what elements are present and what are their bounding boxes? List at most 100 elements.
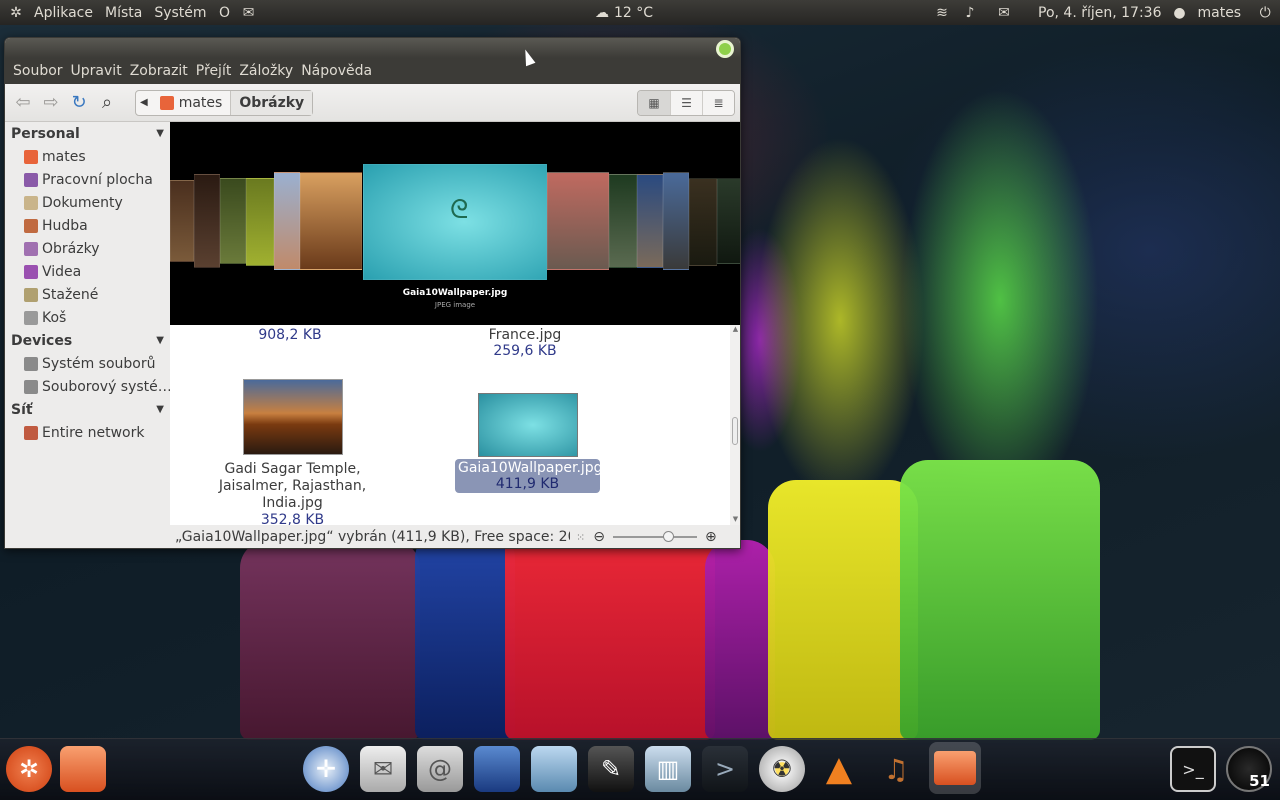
file-item-selected[interactable]: Gaia10Wallpaper.jpg 411,9 KB xyxy=(455,393,603,493)
breadcrumb-current[interactable]: Obrázky xyxy=(230,90,313,115)
cover-left-2[interactable] xyxy=(194,174,220,268)
image-viewer-icon[interactable] xyxy=(531,746,577,792)
address-book-icon[interactable] xyxy=(474,746,520,792)
safari-compass-icon[interactable]: ✛ xyxy=(303,746,349,792)
sidebar-section-header[interactable]: Devices ▼ xyxy=(5,329,170,352)
zoom-out-icon[interactable]: ⊖ xyxy=(593,529,605,545)
menu-zobrazit[interactable]: Zobrazit xyxy=(126,63,192,79)
sidebar-item[interactable]: Souborový systé… xyxy=(5,375,170,398)
search-icon[interactable]: ⌕ xyxy=(93,89,121,117)
list-view-icon[interactable]: ☰ xyxy=(670,90,702,115)
messaging-icon[interactable]: ✉ xyxy=(996,5,1012,21)
wallpaper-jar-blue xyxy=(415,530,515,740)
collapse-arrow-icon[interactable]: ▼ xyxy=(156,335,164,346)
sidebar-item[interactable]: Dokumenty xyxy=(5,191,170,214)
breadcrumb-left-arrow-icon[interactable]: ◀ xyxy=(136,91,152,115)
sidebar-section-title: Devices xyxy=(11,332,73,349)
vertical-scrollbar[interactable]: ▲ ▼ xyxy=(730,325,740,525)
zoom-in-icon[interactable]: ⊕ xyxy=(705,529,717,545)
window-status-icon[interactable] xyxy=(716,40,734,58)
collapse-arrow-icon[interactable]: ▼ xyxy=(156,404,164,415)
menu-napoveda[interactable]: Nápověda xyxy=(297,63,376,79)
collapse-arrow-icon[interactable]: ▼ xyxy=(156,128,164,139)
power-icon[interactable]: ⏻ xyxy=(1257,5,1273,21)
file-item[interactable]: France.jpg 259,6 KB xyxy=(445,327,605,359)
cover-left-5[interactable] xyxy=(274,172,300,270)
coverflow-view[interactable]: ᘓ Gaia10Wallpaper.jpg JPEG image xyxy=(170,122,740,325)
scrollbar-thumb[interactable] xyxy=(732,417,738,445)
ubuntu-menu-icon[interactable]: ✲ xyxy=(6,746,52,792)
cover-left-4[interactable] xyxy=(246,178,274,266)
cover-left-6[interactable] xyxy=(300,172,362,270)
file-item[interactable]: 908,2 KB xyxy=(210,327,370,343)
sidebar-item[interactable]: Hudba xyxy=(5,214,170,237)
sidebar-item[interactable]: Obrázky xyxy=(5,237,170,260)
scroll-down-icon[interactable]: ▼ xyxy=(730,515,740,523)
menu-zalozky[interactable]: Záložky xyxy=(235,63,297,79)
sidebar-item[interactable]: Videa xyxy=(5,260,170,283)
sidebar-item[interactable]: Stažené xyxy=(5,283,170,306)
user-status-icon[interactable]: ● xyxy=(1171,5,1187,21)
menu-mista[interactable]: Místa xyxy=(99,5,148,21)
sidebar-section-header[interactable]: Personal ▼ xyxy=(5,122,170,145)
vlc-icon[interactable]: ▲ xyxy=(816,746,862,792)
disc-burner-icon[interactable]: ☢ xyxy=(759,746,805,792)
text-editor-icon[interactable]: ✎ xyxy=(588,746,634,792)
cover-right-5[interactable] xyxy=(689,178,717,266)
home-icon xyxy=(24,149,38,164)
system-monitor-gauge-icon[interactable]: 51 xyxy=(1226,746,1272,792)
cover-left-3[interactable] xyxy=(220,178,246,264)
sidebar-item[interactable]: Systém souborů xyxy=(5,352,170,375)
zoom-fit-icon[interactable]: ⁙ xyxy=(576,531,585,544)
guitar-app-icon[interactable]: ♫ xyxy=(873,746,919,792)
mail-icon[interactable]: ✉ xyxy=(241,5,257,21)
window-titlebar[interactable] xyxy=(5,38,740,58)
opera-icon[interactable]: O xyxy=(217,5,233,21)
sidebar-item[interactable]: Pracovní plocha xyxy=(5,168,170,191)
menu-soubor[interactable]: Soubor xyxy=(9,63,67,79)
terminal-app-icon[interactable]: > xyxy=(702,746,748,792)
cover-right-4[interactable] xyxy=(663,172,689,270)
file-size: 908,2 KB xyxy=(258,327,322,343)
compact-view-icon[interactable]: ≣ xyxy=(702,90,734,115)
sidebar-item[interactable]: Entire network xyxy=(5,421,170,444)
forward-icon[interactable]: ⇨ xyxy=(37,89,65,117)
sidebar-item[interactable]: mates xyxy=(5,145,170,168)
cover-right-1[interactable] xyxy=(547,172,609,270)
reload-icon[interactable]: ↻ xyxy=(65,89,93,117)
menu-prejit[interactable]: Přejít xyxy=(192,63,236,79)
sidebar-item[interactable]: Koš xyxy=(5,306,170,329)
volume-icon[interactable]: ♪ xyxy=(962,5,978,21)
menu-system[interactable]: Systém xyxy=(148,5,212,21)
breadcrumb-home[interactable]: mates xyxy=(152,91,231,115)
file-manager-active-icon[interactable] xyxy=(929,742,981,794)
username[interactable]: mates xyxy=(1191,5,1247,21)
cover-right-3[interactable] xyxy=(637,174,663,268)
cover-left-1[interactable] xyxy=(170,180,194,262)
mail-app-icon[interactable]: ✉ xyxy=(360,746,406,792)
cover-right-6[interactable] xyxy=(717,178,740,264)
zoom-slider[interactable] xyxy=(612,531,697,542)
ubuntu-logo-icon[interactable]: ✲ xyxy=(8,5,24,21)
terminal-icon[interactable]: >_ xyxy=(1170,746,1216,792)
cover-center[interactable]: ᘓ xyxy=(363,164,547,280)
clock[interactable]: Po, 4. říjen, 17:36 xyxy=(1032,5,1167,21)
wifi-icon[interactable]: ≋ xyxy=(934,5,950,21)
contacts-icon[interactable]: @ xyxy=(417,746,463,792)
home-folder-icon[interactable] xyxy=(60,746,106,792)
weather-applet[interactable]: ☁ 12 °C xyxy=(590,5,653,21)
charts-app-icon[interactable]: ▥ xyxy=(645,746,691,792)
icon-view-icon[interactable]: ▦ xyxy=(638,90,670,115)
scroll-up-icon[interactable]: ▲ xyxy=(730,325,740,333)
sidebar: Personal ▼ mates Pracovní plocha Dokumenty Hu… xyxy=(5,122,170,532)
sidebar-section-title: Síť xyxy=(11,401,33,418)
cover-right-2[interactable] xyxy=(609,174,637,268)
breadcrumb: ◀ mates Obrázky xyxy=(135,89,314,116)
file-item[interactable]: Gadi Sagar Temple, Jaisalmer, Rajasthan,… xyxy=(190,379,395,528)
back-icon[interactable]: ⇦ xyxy=(9,89,37,117)
menu-upravit[interactable]: Upravit xyxy=(67,63,126,79)
sidebar-item-label: Obrázky xyxy=(42,240,100,257)
menu-aplikace[interactable]: Aplikace xyxy=(28,5,99,21)
zoom-slider-handle[interactable] xyxy=(662,531,674,542)
sidebar-section-header[interactable]: Síť ▼ xyxy=(5,398,170,421)
